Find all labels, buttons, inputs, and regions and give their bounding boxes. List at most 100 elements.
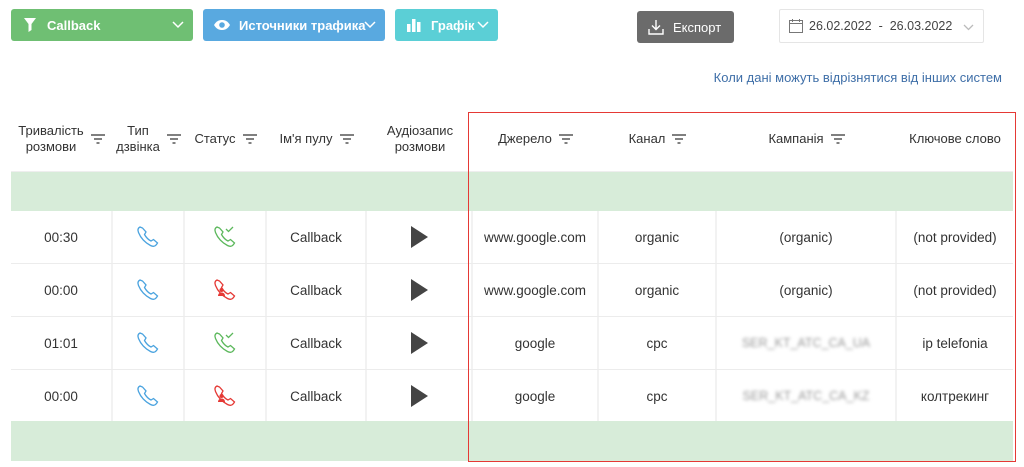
table-cell: 00:30 (11, 211, 113, 263)
table-row[interactable]: 00:30 Callback www.google.com organic (organ… (11, 211, 1013, 264)
data-discrepancy-link[interactable]: Коли дані можуть відрізнятися від інших … (714, 70, 1002, 85)
filter-icon[interactable] (671, 133, 687, 145)
table-cell: www.google.com (473, 211, 599, 263)
column-header[interactable]: Канал (599, 106, 717, 172)
table-cell: (organic) (717, 211, 897, 263)
keyword-value: ip telefonia (922, 335, 988, 351)
channel-value: organic (634, 282, 680, 298)
callback-type-icon (137, 332, 159, 353)
column-header-label: Статус (194, 131, 235, 147)
date-end: 26.03.2022 (889, 19, 953, 33)
source-value: google (514, 335, 556, 351)
filter-icon[interactable] (242, 133, 258, 145)
footer-band (11, 421, 1013, 461)
column-header-line: Канал (628, 131, 666, 146)
column-header[interactable]: Джерело (473, 106, 599, 172)
play-icon[interactable] (410, 279, 428, 301)
filter-icon[interactable] (558, 133, 574, 145)
column-header[interactable]: Тривалість розмови (11, 106, 113, 172)
export-label: Експорт (673, 19, 722, 35)
filter-icon[interactable] (90, 133, 106, 145)
chevron-down-icon (963, 24, 974, 31)
table-cell (185, 264, 267, 316)
table-cell: ip telefonia (897, 317, 1013, 369)
chevron-down-icon (477, 21, 489, 29)
channel-value: cpc (646, 388, 668, 404)
column-header-label: Канал (629, 131, 666, 147)
date-separator: - (878, 19, 883, 33)
callback-type-icon (137, 385, 159, 406)
table-cell (367, 211, 473, 263)
call-missed-icon (214, 385, 236, 406)
table-cell: 00:00 (11, 370, 113, 422)
table-cell (367, 264, 473, 316)
duration-value: 01:01 (44, 335, 78, 351)
calendar-icon (789, 19, 803, 33)
table-row[interactable]: 00:00 Callback www.google.com organic (organ… (11, 264, 1013, 317)
table-cell (113, 264, 185, 316)
play-icon[interactable] (410, 385, 428, 407)
call-answered-icon (214, 332, 236, 353)
play-icon[interactable] (410, 332, 428, 354)
play-icon[interactable] (410, 226, 428, 248)
export-button[interactable]: Експорт (637, 11, 734, 43)
pool-name: Callback (290, 229, 342, 245)
column-header-line: Статус (194, 131, 236, 146)
table-cell (113, 211, 185, 263)
table-cell (113, 317, 185, 369)
table-cell: organic (599, 211, 717, 263)
column-header-line: Аудіозапис (386, 123, 454, 138)
channel-value: cpc (646, 335, 668, 351)
filter-icon[interactable] (166, 133, 182, 145)
table-cell (367, 370, 473, 422)
table-cell: 00:00 (11, 264, 113, 316)
column-header[interactable]: Тип дзвінка (113, 106, 185, 172)
column-header-label: Джерело (498, 131, 552, 147)
chart-button[interactable]: Графік (395, 9, 498, 41)
table-header: Тривалість розмови Тип дзвінка Статус Ім'я пу… (11, 106, 1013, 172)
callback-type-icon (137, 226, 159, 247)
column-header[interactable]: Статус (185, 106, 267, 172)
duration-value: 00:30 (44, 229, 78, 245)
date-start: 26.02.2022 (809, 19, 872, 33)
source-value: www.google.com (483, 229, 587, 245)
table-cell: 01:01 (11, 317, 113, 369)
column-header[interactable]: Кампанія (717, 106, 897, 172)
chevron-down-icon (172, 21, 184, 29)
duration-value: 00:00 (44, 282, 78, 298)
callback-type-icon (137, 279, 159, 300)
table-row[interactable]: 00:00 Callback google cpc SER_KT_ATC_CA_KZ ко… (11, 370, 1013, 423)
column-header-line: Тип (127, 123, 149, 138)
traffic-sources-button[interactable]: Источники трафика (203, 9, 385, 41)
table-cell: SER_KT_ATC_CA_UA (717, 317, 897, 369)
table-cell: SER_KT_ATC_CA_KZ (717, 370, 897, 422)
pool-name: Callback (290, 282, 342, 298)
callback-filter-button[interactable]: Callback (11, 9, 193, 41)
table-cell (367, 317, 473, 369)
summary-band (11, 172, 1013, 211)
table-cell: колтрекинг (897, 370, 1013, 422)
column-header[interactable]: Аудіозапис розмови (367, 106, 473, 172)
pool-name: Callback (290, 388, 342, 404)
column-header-line: Джерело (498, 131, 552, 146)
table-cell: Callback (267, 211, 367, 263)
column-header-label: Тип дзвінка (116, 123, 160, 155)
column-header-label: Ім'я пулу (279, 131, 332, 147)
call-missed-icon (214, 279, 236, 300)
call-answered-icon (214, 226, 236, 247)
traffic-sources-label: Источники трафика (239, 17, 366, 33)
column-header[interactable]: Ім'я пулу (267, 106, 367, 172)
chevron-down-icon (364, 21, 376, 29)
campaign-value: (organic) (779, 282, 833, 298)
table-cell: www.google.com (473, 264, 599, 316)
column-header[interactable]: Ключове слово (897, 106, 1013, 172)
date-range-picker[interactable]: 26.02.2022 - 26.03.2022 (779, 9, 984, 43)
column-header-line: Кампанія (768, 131, 824, 146)
column-header-line: розмови (25, 139, 77, 154)
column-header-line: Ключове слово (909, 131, 1001, 146)
table-row[interactable]: 01:01 Callback google cpc SER_KT_ATC_CA_UA ip… (11, 317, 1013, 370)
filter-icon[interactable] (830, 133, 846, 145)
source-value: google (514, 388, 556, 404)
download-icon (648, 20, 664, 35)
filter-icon[interactable] (339, 133, 355, 145)
